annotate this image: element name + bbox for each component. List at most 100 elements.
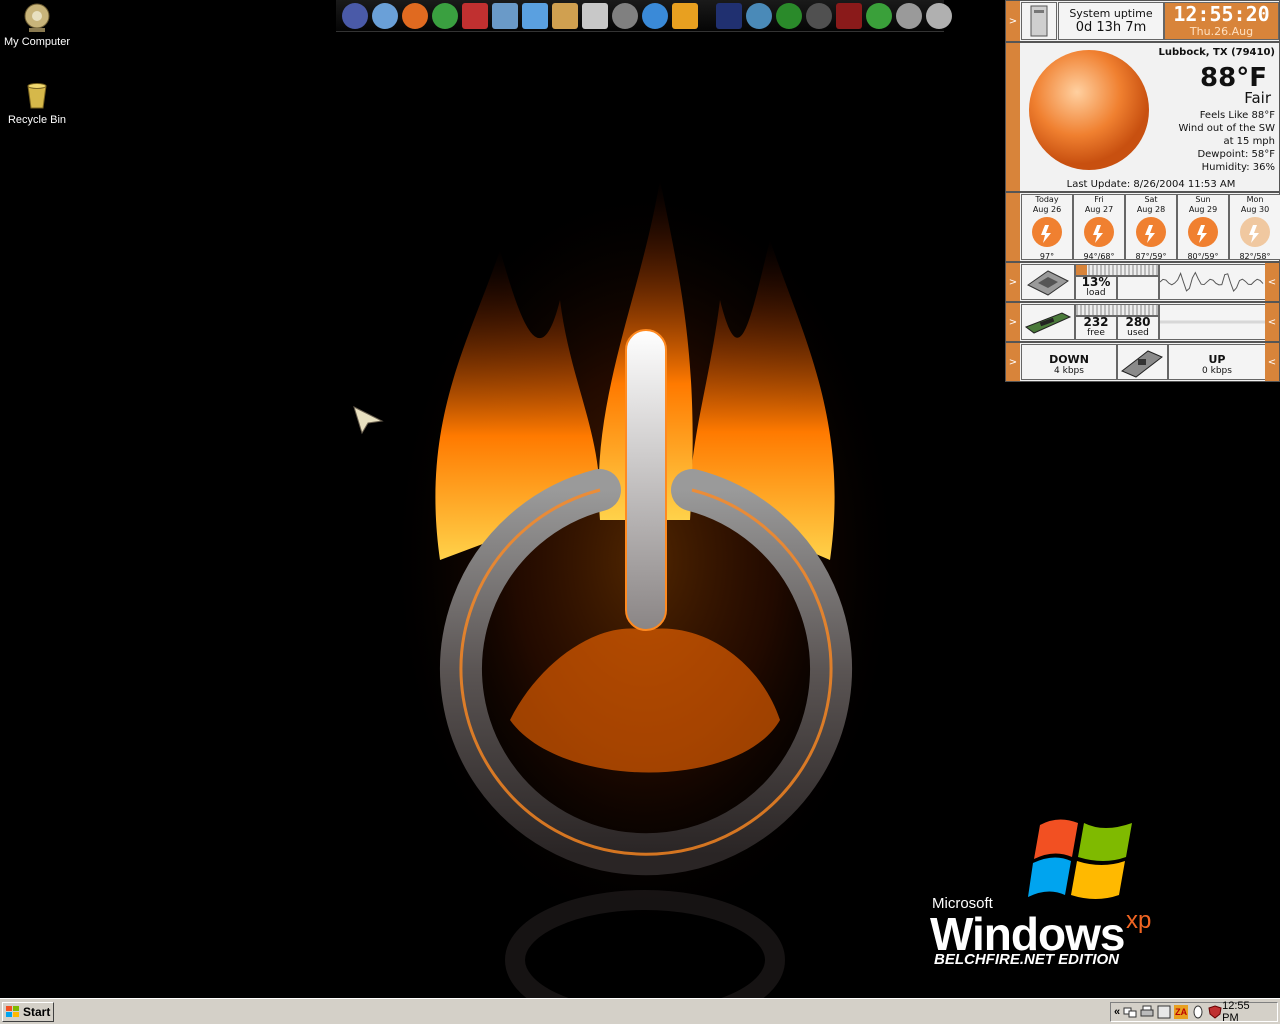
cpu-load-label: load <box>1086 288 1106 298</box>
memory-collapse-arrow[interactable]: < <box>1265 303 1279 341</box>
halo-icon[interactable] <box>806 2 832 29</box>
uptime-label: System uptime <box>1069 7 1153 20</box>
forecast-temp: 82°/58° <box>1239 252 1271 261</box>
network-row: > DOWN 4 kbps UP 0 kbps < <box>1005 342 1280 382</box>
books-icon[interactable] <box>462 2 488 29</box>
farcry-icon[interactable] <box>746 2 772 29</box>
forecast-day: Fri Aug 27 94°/68° <box>1073 194 1125 261</box>
network-up-rate: 0 kbps <box>1202 366 1232 376</box>
weather-last-update: Last Update: 8/26/2004 11:53 AM <box>1066 179 1236 190</box>
green-game-icon[interactable] <box>776 2 802 29</box>
mouse-tray-icon[interactable] <box>1191 1005 1205 1019</box>
network-down-box: DOWN 4 kbps <box>1021 344 1117 380</box>
windows-xp-logo: Microsoft Windows xp BELCHFIRE.NET EDITI… <box>930 815 1170 975</box>
network-up-label: UP <box>1208 353 1226 366</box>
thunderstorm-icon <box>1136 217 1166 247</box>
forecast-temp: 87°/59° <box>1135 252 1167 261</box>
green-globe-icon[interactable] <box>866 2 892 29</box>
taskbar-clock[interactable]: 12:55 PM <box>1222 1000 1269 1024</box>
start-button[interactable]: Start <box>2 1002 54 1022</box>
sun-icon <box>1029 50 1149 170</box>
zonealarm-tray-icon[interactable]: ZA <box>1174 1005 1189 1019</box>
forecast-date: Aug 26 <box>1032 205 1062 214</box>
weather-wind: Wind out of the SW <box>1178 123 1275 134</box>
uptime-collapse-arrow[interactable]: > <box>1006 1 1020 41</box>
my-computer-shortcut[interactable]: My Computer <box>0 2 74 48</box>
network-down-label: DOWN <box>1049 353 1089 366</box>
network-card-icon <box>1117 344 1168 380</box>
tray-expand-button[interactable]: « <box>1114 1006 1120 1018</box>
pc-case-icon <box>1021 2 1057 40</box>
paint-icon[interactable] <box>552 2 578 29</box>
globe-icon[interactable] <box>342 2 368 29</box>
wrench-icon[interactable] <box>896 2 922 29</box>
forecast-temp: 94°/68° <box>1083 252 1115 261</box>
memory-free-label: free <box>1087 328 1105 338</box>
media-player-icon[interactable] <box>642 2 668 29</box>
cpu-empty-box <box>1117 276 1159 300</box>
memory-expand-arrow[interactable]: > <box>1006 303 1020 341</box>
forecast-day: Mon Aug 30 82°/58° <box>1229 194 1280 261</box>
xp-wordmark: xp <box>1126 907 1152 934</box>
triangle-app-icon[interactable] <box>372 2 398 29</box>
sun-icon <box>1032 217 1062 247</box>
cpu-collapse-arrow[interactable]: < <box>1265 263 1279 301</box>
forecast-side-bar <box>1006 193 1020 261</box>
weather-feels-like: Feels Like 88°F <box>1199 110 1275 121</box>
cpu-expand-arrow[interactable]: > <box>1006 263 1020 301</box>
memory-used-box: 280 used <box>1117 316 1159 340</box>
memory-row: > 232 free 280 used < <box>1005 302 1280 342</box>
steam-icon[interactable] <box>612 2 638 29</box>
start-label: Start <box>23 1005 51 1019</box>
cpu-chip-icon <box>1021 264 1075 300</box>
printer-tray-icon[interactable] <box>1140 1005 1154 1019</box>
clock-date: Thu.26.Aug <box>1189 25 1254 38</box>
forecast-day-name: Today <box>1035 195 1059 204</box>
network-collapse-arrow[interactable]: < <box>1265 343 1279 381</box>
forecast-day: Today Aug 26 97° <box>1021 194 1073 261</box>
firefox-icon[interactable] <box>402 2 428 29</box>
thunderstorm-icon <box>1240 217 1270 247</box>
clock-time: 12:55:20 <box>1173 2 1270 26</box>
recycle-bin-label: Recycle Bin <box>7 114 67 126</box>
uptime-value: 0d 13h 7m <box>1075 20 1147 35</box>
forecast-temp: 97° <box>1039 252 1055 261</box>
cpu-load-value: 13% <box>1081 275 1111 289</box>
volume-tray-icon[interactable] <box>1157 1005 1171 1019</box>
memory-used-label: used <box>1127 328 1149 338</box>
cpu-load-box: 13% load <box>1075 276 1117 300</box>
uptime-box: System uptime 0d 13h 7m <box>1058 2 1164 40</box>
weather-side-bar <box>1006 43 1020 191</box>
forecast-day-name: Fri <box>1094 195 1104 204</box>
weather-wind-speed: at 15 mph <box>1223 136 1275 147</box>
messenger-icon[interactable] <box>432 2 458 29</box>
ram-stick-icon <box>1021 304 1075 340</box>
forecast-day-name: Mon <box>1246 195 1264 204</box>
forecast-row: Today Aug 26 97° Fri Aug 27 94°/68° Sat Aug 28 8… <box>1005 192 1280 262</box>
forecast-day: Sun Aug 29 80°/59° <box>1177 194 1229 261</box>
picture-icon[interactable] <box>492 2 518 29</box>
recycle-bin-shortcut[interactable]: Recycle Bin <box>0 80 74 126</box>
forecast-date: Aug 27 <box>1084 205 1114 214</box>
network-expand-arrow[interactable]: > <box>1006 343 1020 381</box>
zonealarm-icon[interactable] <box>672 2 698 29</box>
memory-graph <box>1159 304 1266 340</box>
security-shield-tray-icon[interactable] <box>1208 1005 1222 1019</box>
forecast-date: Aug 30 <box>1240 205 1270 214</box>
mouse-cursor-icon <box>353 406 384 435</box>
windows-flag-small-icon <box>6 1006 19 1017</box>
my-computer-icon <box>24 3 50 32</box>
cpu-graph <box>1159 264 1266 300</box>
clock-box: 12:55:20 Thu.26.Aug <box>1164 2 1279 40</box>
tools-icon[interactable] <box>522 2 548 29</box>
rainbow-six-icon[interactable] <box>836 2 862 29</box>
forecast-date: Aug 28 <box>1136 205 1166 214</box>
army-game-icon[interactable] <box>716 2 742 29</box>
utility-icon[interactable] <box>926 2 952 29</box>
forecast-day: Sat Aug 28 87°/59° <box>1125 194 1177 261</box>
uptime-row: > System uptime 0d 13h 7m 12:55:20 Thu.2… <box>1005 0 1280 42</box>
network-tray-icon[interactable] <box>1123 1005 1137 1019</box>
settings-icon[interactable] <box>582 2 608 29</box>
weather-panel: Lubbock, TX (79410) 88°F Fair Feels Like… <box>1005 42 1280 192</box>
quick-launch-dock <box>336 0 952 32</box>
